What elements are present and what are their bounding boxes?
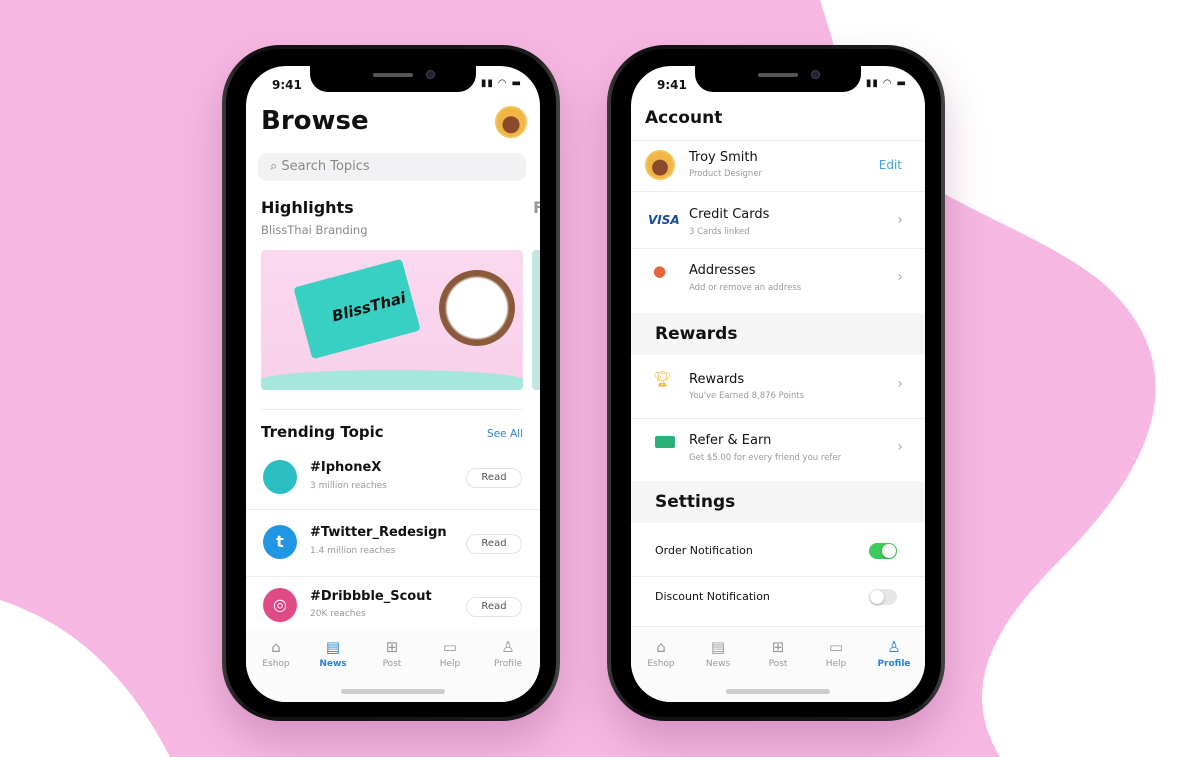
next-highlight-card[interactable] [532,250,540,390]
row-subtitle: 3 Cards linked [689,227,750,237]
highlight-card[interactable]: BlissThai [261,250,523,390]
read-button[interactable]: Read [466,534,522,554]
profile-row[interactable]: Troy Smith Product Designer Edit [631,141,925,191]
tab-news[interactable]: ▤ News [304,638,362,669]
row-subtitle: Get $5.00 for every friend you refer [689,453,842,463]
next-highlight-peek: F [533,198,540,217]
trophy-icon: 🏆︎ [653,370,673,388]
settings-section-header: Settings [631,481,925,523]
apple-icon [263,460,297,494]
chevron-right-icon: › [897,439,903,455]
topic-row[interactable]: t #Twitter_Redesign 1.4 million reaches … [246,521,540,576]
cash-icon [655,436,675,448]
profile-name: Troy Smith [689,150,758,165]
search-input[interactable]: ⌕ Search Topics [258,153,526,181]
tab-news[interactable]: ▤ News [689,638,747,669]
home-icon: ⌂ [656,638,666,656]
edit-button[interactable]: Edit [879,158,902,172]
post-icon: ⊞ [385,638,399,656]
avatar [645,150,675,180]
row-title: Refer & Earn [689,433,772,448]
chat-icon: ▭ [442,638,458,656]
person-icon: ♙ [501,638,515,656]
chevron-right-icon: › [897,269,903,285]
row-title: Rewards [689,372,745,387]
highlights-title: Highlights [261,198,354,217]
discount-notification-label: Discount Notification [655,590,770,603]
phone-account: 9:41 ▮▮ ◠ ▬ Account Troy Smith Product D… [607,45,945,721]
order-notification-toggle[interactable] [869,543,897,559]
avatar[interactable] [495,106,527,138]
chat-icon: ▭ [828,638,844,656]
location-pin-icon: ● [653,262,667,280]
topic-name: #Dribbble_Scout [310,589,432,604]
person-icon: ♙ [887,638,901,656]
rewards-section-header: Rewards [631,313,925,355]
status-time: 9:41 [272,78,302,92]
tab-help[interactable]: ▭ Help [421,638,479,669]
notch [310,66,476,92]
order-notification-label: Order Notification [655,544,753,557]
discount-notification-toggle[interactable] [869,589,897,605]
see-all-link[interactable]: See All [487,428,523,440]
chevron-right-icon: › [897,212,903,228]
row-subtitle: Add or remove an address [689,283,802,293]
read-button[interactable]: Read [466,468,522,488]
page-title: Browse [261,106,369,136]
trending-title: Trending Topic [261,423,384,441]
phone-browse: 9:41 ▮▮ ◠ ▬ Browse ⌕ Search Topics Highl… [222,45,560,721]
profile-role: Product Designer [689,169,763,179]
status-icons: ▮▮ ◠ ▬ [480,78,522,89]
page-title: Account [645,108,723,128]
coconut-image [439,270,515,346]
row-title: Credit Cards [689,207,770,222]
tab-help[interactable]: ▭ Help [807,638,865,669]
topic-reach: 1.4 million reaches [310,546,396,556]
browse-screen: 9:41 ▮▮ ◠ ▬ Browse ⌕ Search Topics Highl… [246,66,540,702]
row-title: Addresses [689,263,756,278]
home-icon: ⌂ [271,638,281,656]
read-button[interactable]: Read [466,597,522,617]
search-icon: ⌕ [270,159,278,174]
topic-row[interactable]: ◎ #Dribbble_Scout 20K reaches Read [246,584,540,628]
rewards-row[interactable]: 🏆︎ Rewards You've Earned 8,876 Points › [631,356,925,418]
addresses-row[interactable]: ● Addresses Add or remove an address › [631,249,925,307]
dribbble-icon: ◎ [263,588,297,622]
account-screen: 9:41 ▮▮ ◠ ▬ Account Troy Smith Product D… [631,66,925,702]
status-time: 9:41 [657,78,687,92]
topic-row[interactable]: #IphoneX 3 million reaches Read [246,455,540,510]
topic-name: #IphoneX [310,460,382,475]
tab-post[interactable]: ⊞ Post [749,638,807,669]
tab-eshop[interactable]: ⌂ Eshop [247,638,305,669]
news-icon: ▤ [710,638,726,656]
home-indicator[interactable] [726,689,830,694]
tab-post[interactable]: ⊞ Post [363,638,421,669]
post-icon: ⊞ [771,638,785,656]
row-subtitle: You've Earned 8,876 Points [689,391,805,401]
topic-name: #Twitter_Redesign [310,525,447,540]
topic-reach: 20K reaches [310,609,366,619]
home-indicator[interactable] [341,689,445,694]
visa-icon: VISA [648,213,680,227]
tab-profile[interactable]: ♙ Profile [479,638,537,669]
refer-earn-row[interactable]: Refer & Earn Get $5.00 for every friend … [631,419,925,481]
highlights-subtitle: BlissThai Branding [261,223,368,237]
twitter-icon: t [263,525,297,559]
news-icon: ▤ [325,638,341,656]
topic-reach: 3 million reaches [310,481,387,491]
notch [695,66,861,92]
tab-eshop[interactable]: ⌂ Eshop [632,638,690,669]
tab-profile[interactable]: ♙ Profile [865,638,923,669]
chevron-right-icon: › [897,376,903,392]
search-placeholder: Search Topics [281,159,370,174]
credit-cards-row[interactable]: VISA Credit Cards 3 Cards linked › [631,192,925,247]
background-shape [0,0,1188,757]
status-icons: ▮▮ ◠ ▬ [865,78,907,89]
